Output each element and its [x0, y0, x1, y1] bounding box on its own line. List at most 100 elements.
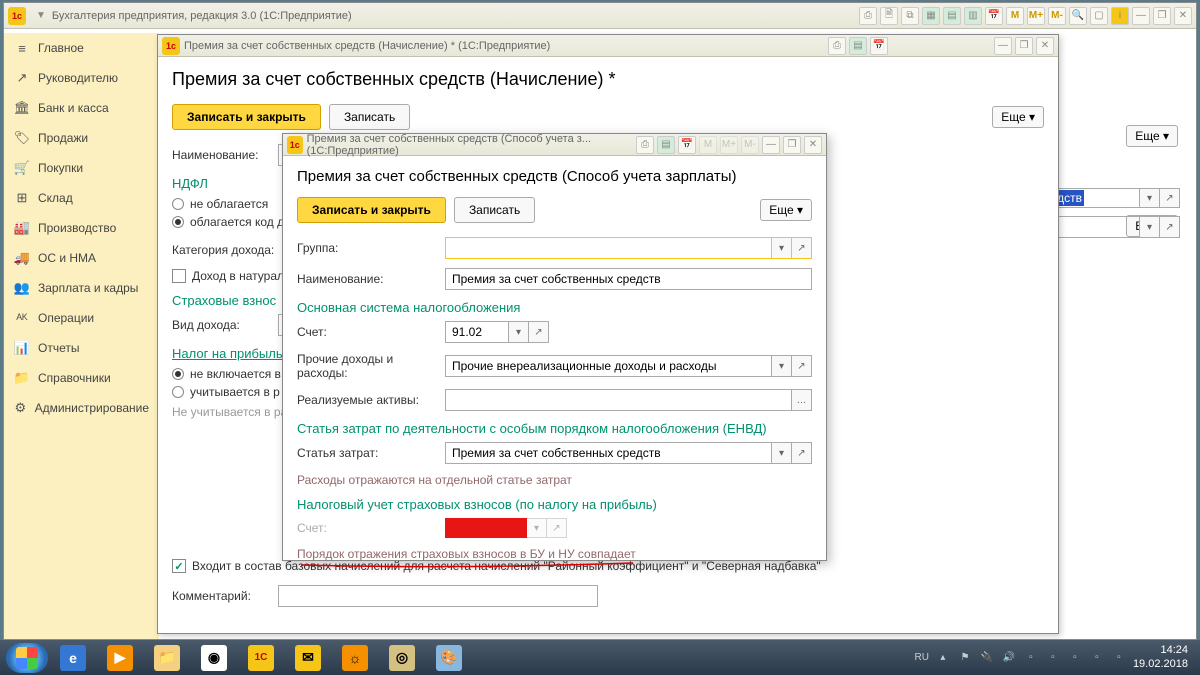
- clock[interactable]: 14:24 19.02.2018: [1133, 644, 1194, 670]
- cal2-icon[interactable]: 📅: [985, 7, 1003, 25]
- close-icon[interactable]: ✕: [804, 136, 822, 154]
- dlg-save-close-button[interactable]: Записать и закрыть: [297, 197, 446, 223]
- tray-4-icon[interactable]: ▫: [1089, 650, 1105, 666]
- sidebar-item-manager[interactable]: ↗Руководителю: [4, 63, 159, 93]
- task-chrome[interactable]: ◉: [192, 643, 236, 673]
- app-icon: 1c: [287, 136, 303, 154]
- tray-vol-icon[interactable]: 🔊: [1001, 650, 1017, 666]
- print-icon[interactable]: ⎙: [859, 7, 877, 25]
- sidebar-item-sales[interactable]: 🏷Продажи: [4, 123, 159, 153]
- table-icon[interactable]: ▤: [849, 37, 867, 55]
- dropdown-icon[interactable]: ▾: [772, 237, 792, 259]
- task-1c[interactable]: 1C: [239, 643, 283, 673]
- open-icon[interactable]: ↗: [1160, 188, 1180, 208]
- cost-input[interactable]: [445, 442, 772, 464]
- sidebar-item-bank[interactable]: 🏛Банк и касса: [4, 93, 159, 123]
- maximize-icon[interactable]: ❐: [1015, 37, 1033, 55]
- sidebar-item-refs[interactable]: 📁Справочники: [4, 363, 159, 393]
- more-button-1[interactable]: Еще ▾: [1126, 125, 1178, 147]
- home-icon: ≡: [14, 40, 30, 56]
- tray-3-icon[interactable]: ▫: [1067, 650, 1083, 666]
- close-icon[interactable]: ✕: [1174, 7, 1192, 25]
- sidebar-item-production[interactable]: 🏭Производство: [4, 213, 159, 243]
- mminus-icon[interactable]: M-: [1048, 7, 1066, 25]
- tray-5-icon[interactable]: ▫: [1111, 650, 1127, 666]
- sidebar-item-operations[interactable]: ᴬᴷОперации: [4, 303, 159, 333]
- dropdown-icon[interactable]: ▾: [1140, 188, 1160, 208]
- task-paint[interactable]: 🎨: [427, 643, 471, 673]
- mplus-icon[interactable]: M+: [1027, 7, 1045, 25]
- sidebar-item-main[interactable]: ≡Главное: [4, 33, 159, 63]
- open-icon[interactable]: ↗: [792, 442, 812, 464]
- task-ie[interactable]: e: [51, 643, 95, 673]
- osn-header: Основная система налогообложения: [297, 300, 812, 315]
- task-app1[interactable]: ☼: [333, 643, 377, 673]
- table-icon[interactable]: ▤: [657, 136, 675, 154]
- minimize-icon[interactable]: —: [994, 37, 1012, 55]
- close-icon[interactable]: ✕: [1036, 37, 1054, 55]
- calc-icon[interactable]: ▦: [922, 7, 940, 25]
- cal-icon[interactable]: 📅: [678, 136, 696, 154]
- other-input[interactable]: [445, 355, 772, 377]
- doc-icon[interactable]: 🗎: [880, 7, 898, 25]
- open-icon[interactable]: ↗: [792, 355, 812, 377]
- dropdown-icon[interactable]: ▾: [772, 355, 792, 377]
- tray-flag-icon[interactable]: ⚑: [957, 650, 973, 666]
- cal-icon[interactable]: ▥: [964, 7, 982, 25]
- folder-icon: 📁: [14, 370, 30, 386]
- sidebar-item-warehouse[interactable]: ⊞Склад: [4, 183, 159, 213]
- dlg-more-button[interactable]: Еще ▾: [760, 199, 812, 221]
- ellipsis-icon[interactable]: …: [792, 389, 812, 411]
- print-icon[interactable]: ⎙: [636, 136, 654, 154]
- minimize-icon[interactable]: —: [1132, 7, 1150, 25]
- sidebar-item-purchases[interactable]: 🛒Покупки: [4, 153, 159, 183]
- sidebar-item-admin[interactable]: ⚙Администрирование: [4, 393, 159, 423]
- open-icon[interactable]: ↗: [529, 321, 549, 343]
- dlg-save-button[interactable]: Записать: [454, 197, 535, 223]
- m-icon[interactable]: M: [1006, 7, 1024, 25]
- save-close-button[interactable]: Записать и закрыть: [172, 104, 321, 130]
- tax-header: Налоговый учет страховых взносов (по нал…: [297, 497, 812, 512]
- table-icon[interactable]: ▤: [943, 7, 961, 25]
- more-button[interactable]: Еще ▾: [992, 106, 1044, 128]
- zoom-icon[interactable]: 🔍: [1069, 7, 1087, 25]
- acct-input[interactable]: [445, 321, 509, 343]
- open-icon[interactable]: ↗: [792, 237, 812, 259]
- maximize-icon[interactable]: ❐: [1153, 7, 1171, 25]
- comment-input[interactable]: [278, 585, 598, 607]
- cart-icon: 🛒: [14, 160, 30, 176]
- task-media[interactable]: ▶: [98, 643, 142, 673]
- dlg-name-label: Наименование:: [297, 272, 445, 286]
- dropdown-icon[interactable]: ▾: [509, 321, 529, 343]
- sidebar-item-os[interactable]: 🚚ОС и НМА: [4, 243, 159, 273]
- info-icon[interactable]: i: [1111, 7, 1129, 25]
- lang-indicator[interactable]: RU: [914, 652, 928, 663]
- box-icon: ⊞: [14, 190, 30, 206]
- group-input[interactable]: [445, 237, 772, 259]
- tray-up-icon[interactable]: ▴: [935, 650, 951, 666]
- open-icon[interactable]: ↗: [1160, 216, 1180, 238]
- dlg-name-input[interactable]: [445, 268, 812, 290]
- assets-input[interactable]: [445, 389, 792, 411]
- dropdown-icon[interactable]: ▾: [1140, 216, 1160, 238]
- dropdown-icon[interactable]: ▼: [36, 10, 46, 21]
- minimize-icon[interactable]: —: [762, 136, 780, 154]
- tray-2-icon[interactable]: ▫: [1045, 650, 1061, 666]
- task-app2[interactable]: ◎: [380, 643, 424, 673]
- tag-icon: 🏷: [14, 130, 30, 146]
- maximize-icon[interactable]: ❐: [783, 136, 801, 154]
- print-icon[interactable]: ⎙: [828, 37, 846, 55]
- sidebar-item-reports[interactable]: 📊Отчеты: [4, 333, 159, 363]
- sidebar-item-salary[interactable]: 👥Зарплата и кадры: [4, 273, 159, 303]
- task-explorer[interactable]: 📁: [145, 643, 189, 673]
- tray-1-icon[interactable]: ▫: [1023, 650, 1039, 666]
- dropdown-icon[interactable]: ▾: [772, 442, 792, 464]
- sidebar-label: Зарплата и кадры: [38, 281, 138, 295]
- cal-icon[interactable]: 📅: [870, 37, 888, 55]
- copy-icon[interactable]: ⧉: [901, 7, 919, 25]
- task-mail[interactable]: ✉: [286, 643, 330, 673]
- start-button[interactable]: [6, 643, 48, 673]
- save-button[interactable]: Записать: [329, 104, 410, 130]
- box-icon[interactable]: ▢: [1090, 7, 1108, 25]
- tray-net-icon[interactable]: 🔌: [979, 650, 995, 666]
